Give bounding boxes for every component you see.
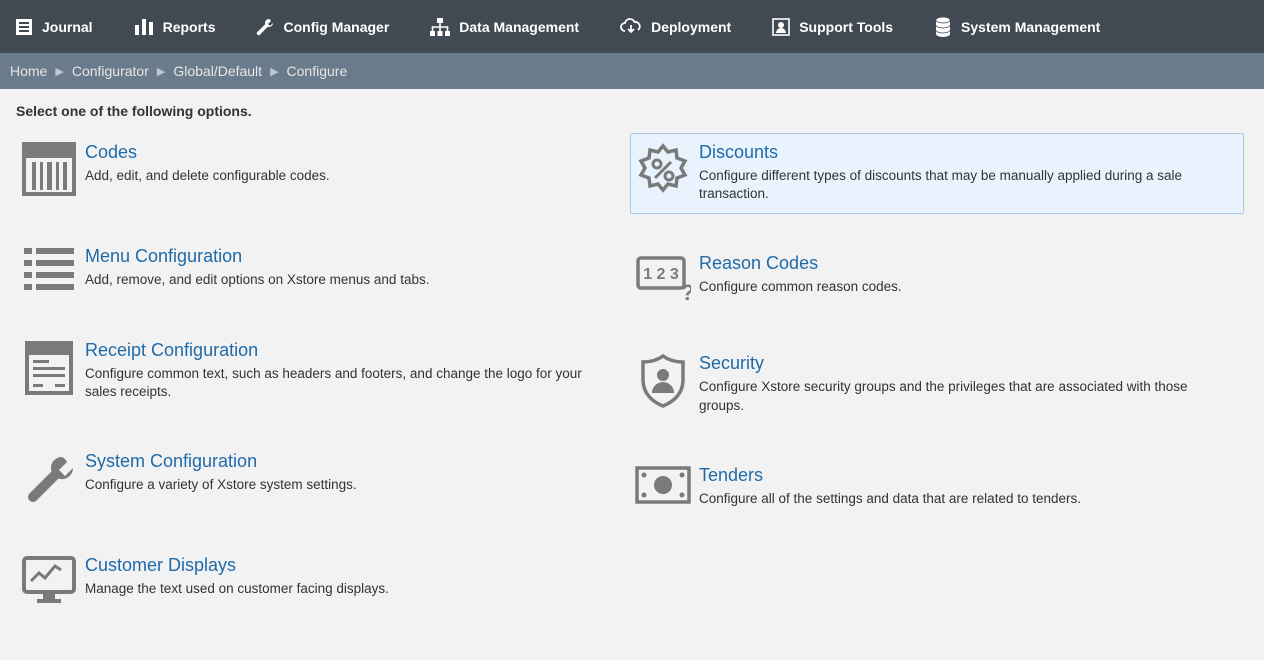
nav-reports-label: Reports (163, 19, 216, 35)
option-codes-desc: Add, edit, and delete configurable codes… (85, 167, 601, 185)
option-codes[interactable]: Codes Add, edit, and delete configurable… (16, 133, 630, 207)
option-receipt-configuration[interactable]: Receipt Configuration Configure common t… (16, 331, 630, 412)
option-discounts[interactable]: Discounts Configure different types of d… (630, 133, 1244, 214)
breadcrumb-configure: Configure (287, 63, 348, 79)
nav-deployment[interactable]: Deployment (619, 17, 753, 37)
nav-journal[interactable]: Journal (14, 17, 115, 37)
shield-icon (638, 353, 688, 409)
nav-journal-label: Journal (42, 19, 93, 35)
option-reason-codes-desc: Configure common reason codes. (699, 278, 1215, 296)
option-menu-configuration-title: Menu Configuration (85, 246, 601, 267)
option-reason-codes-title: Reason Codes (699, 253, 1215, 274)
nav-deployment-label: Deployment (651, 19, 731, 35)
option-security-title: Security (699, 353, 1215, 374)
nav-reports[interactable]: Reports (133, 17, 238, 37)
top-nav: Journal Reports Config Manager Data Mana… (0, 0, 1264, 53)
option-menu-configuration[interactable]: Menu Configuration Add, remove, and edit… (16, 237, 630, 301)
reason-codes-icon: 1 2 3? (635, 253, 691, 303)
receipt-icon (24, 340, 74, 396)
options-col-left: Codes Add, edit, and delete configurable… (16, 133, 630, 646)
nav-config-manager-label: Config Manager (283, 19, 389, 35)
breadcrumb-sep: ▶ (157, 65, 165, 78)
option-system-configuration[interactable]: System Configuration Configure a variety… (16, 442, 630, 516)
option-menu-configuration-desc: Add, remove, and edit options on Xstore … (85, 271, 601, 289)
support-icon (771, 17, 791, 37)
nav-config-manager[interactable]: Config Manager (255, 17, 411, 37)
options-col-right: Discounts Configure different types of d… (630, 133, 1244, 646)
option-security-desc: Configure Xstore security groups and the… (699, 378, 1215, 414)
breadcrumb-sep: ▶ (270, 65, 278, 78)
svg-text:?: ? (681, 280, 691, 303)
nav-data-management-label: Data Management (459, 19, 579, 35)
breadcrumb-global-default[interactable]: Global/Default (173, 63, 262, 79)
database-icon (933, 16, 953, 38)
nav-support-tools[interactable]: Support Tools (771, 17, 915, 37)
big-wrench-icon (22, 451, 76, 505)
option-system-configuration-desc: Configure a variety of Xstore system set… (85, 476, 601, 494)
option-reason-codes[interactable]: 1 2 3? Reason Codes Configure common rea… (630, 244, 1244, 314)
option-system-configuration-title: System Configuration (85, 451, 601, 472)
option-security[interactable]: Security Configure Xstore security group… (630, 344, 1244, 425)
option-discounts-title: Discounts (699, 142, 1215, 163)
option-tenders[interactable]: Tenders Configure all of the settings an… (630, 456, 1244, 519)
hierarchy-icon (429, 17, 451, 37)
barcode-icon (22, 142, 76, 196)
reports-icon (133, 17, 155, 37)
option-customer-displays-title: Customer Displays (85, 555, 601, 576)
nav-data-management[interactable]: Data Management (429, 17, 601, 37)
monitor-icon (21, 555, 77, 605)
nav-system-management-label: System Management (961, 19, 1100, 35)
option-tenders-desc: Configure all of the settings and data t… (699, 490, 1215, 508)
cloud-down-icon (619, 17, 643, 37)
journal-icon (14, 17, 34, 37)
wrench-icon (255, 17, 275, 37)
option-receipt-configuration-title: Receipt Configuration (85, 340, 601, 361)
option-receipt-configuration-desc: Configure common text, such as headers a… (85, 365, 601, 401)
option-discounts-desc: Configure different types of discounts t… (699, 167, 1215, 203)
page-prompt: Select one of the following options. (16, 103, 1248, 119)
nav-support-tools-label: Support Tools (799, 19, 893, 35)
svg-text:1 2 3: 1 2 3 (643, 266, 679, 283)
nav-system-management[interactable]: System Management (933, 16, 1122, 38)
cash-icon (634, 465, 692, 505)
breadcrumb-configurator[interactable]: Configurator (72, 63, 149, 79)
breadcrumb: Home ▶ Configurator ▶ Global/Default ▶ C… (0, 53, 1264, 89)
option-customer-displays-desc: Manage the text used on customer facing … (85, 580, 601, 598)
list-icon (24, 246, 74, 290)
option-customer-displays[interactable]: Customer Displays Manage the text used o… (16, 546, 630, 616)
option-tenders-title: Tenders (699, 465, 1215, 486)
breadcrumb-home[interactable]: Home (10, 63, 47, 79)
options-grid: Codes Add, edit, and delete configurable… (16, 133, 1248, 646)
main-content: Select one of the following options. Cod… (0, 89, 1264, 660)
discount-star-icon (635, 142, 691, 198)
option-codes-title: Codes (85, 142, 601, 163)
breadcrumb-sep: ▶ (55, 65, 63, 78)
